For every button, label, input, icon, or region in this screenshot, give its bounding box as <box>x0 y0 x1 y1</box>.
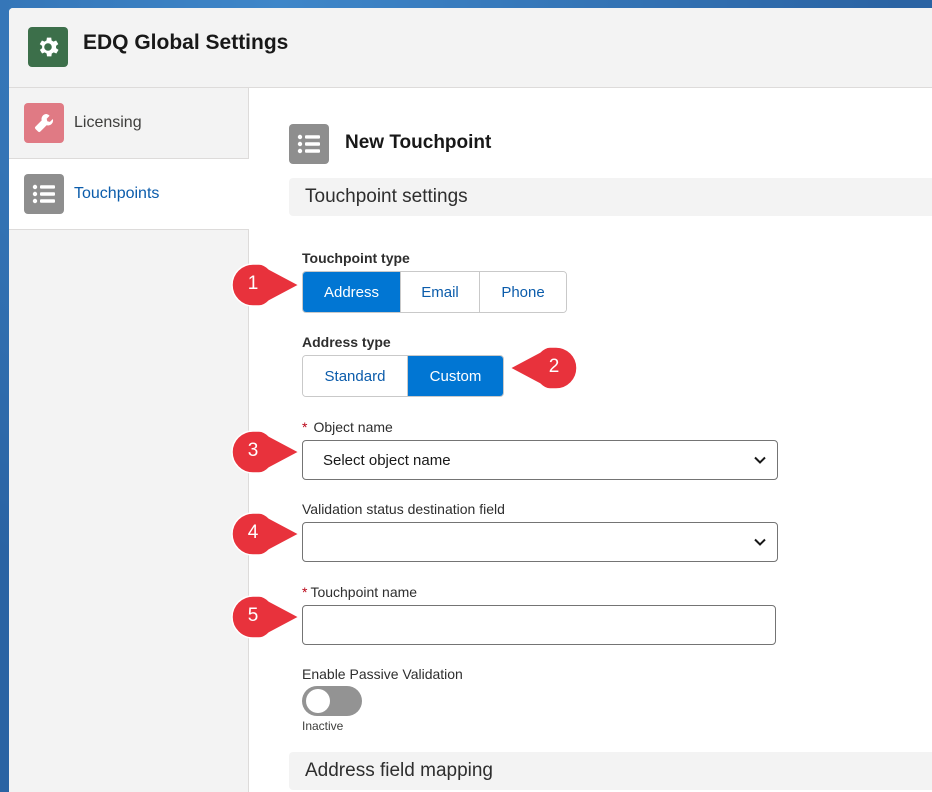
touchpoint-name-label-text: Touchpoint name <box>310 584 418 600</box>
chevron-down-icon <box>754 538 766 546</box>
sidebar: Licensing Touchpoints <box>9 88 249 792</box>
callout-marker: 5 <box>231 595 301 639</box>
address-type-custom-button[interactable]: Custom <box>408 356 503 396</box>
object-name-value: Select object name <box>323 451 451 469</box>
object-name-label: * Object name <box>302 419 393 435</box>
address-type-label: Address type <box>302 334 391 350</box>
toggle-state-text: Inactive <box>302 719 344 733</box>
app-window: EDQ Global Settings Licensing Touchpoint… <box>9 8 932 792</box>
touchpoint-type-label: Touchpoint type <box>302 250 410 266</box>
touchpoint-type-email-button[interactable]: Email <box>401 272 480 312</box>
list-icon <box>24 174 64 214</box>
page-title: New Touchpoint <box>345 132 492 153</box>
section-header-touchpoint-settings[interactable]: Touchpoint settings <box>289 178 932 216</box>
toggle-knob <box>306 689 330 713</box>
required-mark: * <box>302 419 308 435</box>
touchpoint-name-input[interactable] <box>302 605 776 645</box>
sidebar-item-touchpoints[interactable]: Touchpoints <box>9 159 249 230</box>
address-type-group: Standard Custom <box>302 355 504 397</box>
callout-marker: 4 <box>231 512 301 556</box>
callout-number: 5 <box>247 605 259 626</box>
app-header: EDQ Global Settings <box>9 8 932 88</box>
main-panel: New Touchpoint Touchpoint settings Touch… <box>249 88 932 792</box>
object-name-label-text: Object name <box>313 419 393 435</box>
wrench-icon <box>24 103 64 143</box>
address-type-standard-button[interactable]: Standard <box>303 356 408 396</box>
sidebar-item-label: Licensing <box>74 114 142 131</box>
passive-validation-label: Enable Passive Validation <box>302 666 463 682</box>
sidebar-item-licensing[interactable]: Licensing <box>9 88 248 159</box>
callout-marker: 2 <box>508 346 578 390</box>
section-title: Touchpoint settings <box>305 186 468 207</box>
callout-marker: 3 <box>231 430 301 474</box>
chevron-down-icon <box>754 456 766 464</box>
callout-number: 4 <box>247 522 259 543</box>
callout-number: 3 <box>247 440 259 461</box>
passive-validation-toggle[interactable] <box>302 686 362 716</box>
validation-field-select[interactable] <box>302 522 778 562</box>
object-name-select[interactable]: Select object name <box>302 440 778 480</box>
list-icon <box>289 124 329 164</box>
touchpoint-type-group: Address Email Phone <box>302 271 567 313</box>
sidebar-item-label: Touchpoints <box>74 185 160 202</box>
section-header-address-mapping[interactable]: Address field mapping <box>289 752 932 790</box>
touchpoint-type-phone-button[interactable]: Phone <box>480 272 566 312</box>
touchpoint-type-address-button[interactable]: Address <box>303 272 401 312</box>
callout-number: 2 <box>548 356 560 377</box>
gear-icon <box>28 27 68 67</box>
touchpoint-name-label: * Touchpoint name <box>302 584 417 600</box>
required-mark: * <box>302 584 308 600</box>
validation-field-label: Validation status destination field <box>302 501 505 517</box>
callout-marker: 1 <box>231 263 301 307</box>
app-title: EDQ Global Settings <box>83 31 289 54</box>
section-title: Address field mapping <box>305 760 493 781</box>
callout-number: 1 <box>247 273 259 294</box>
